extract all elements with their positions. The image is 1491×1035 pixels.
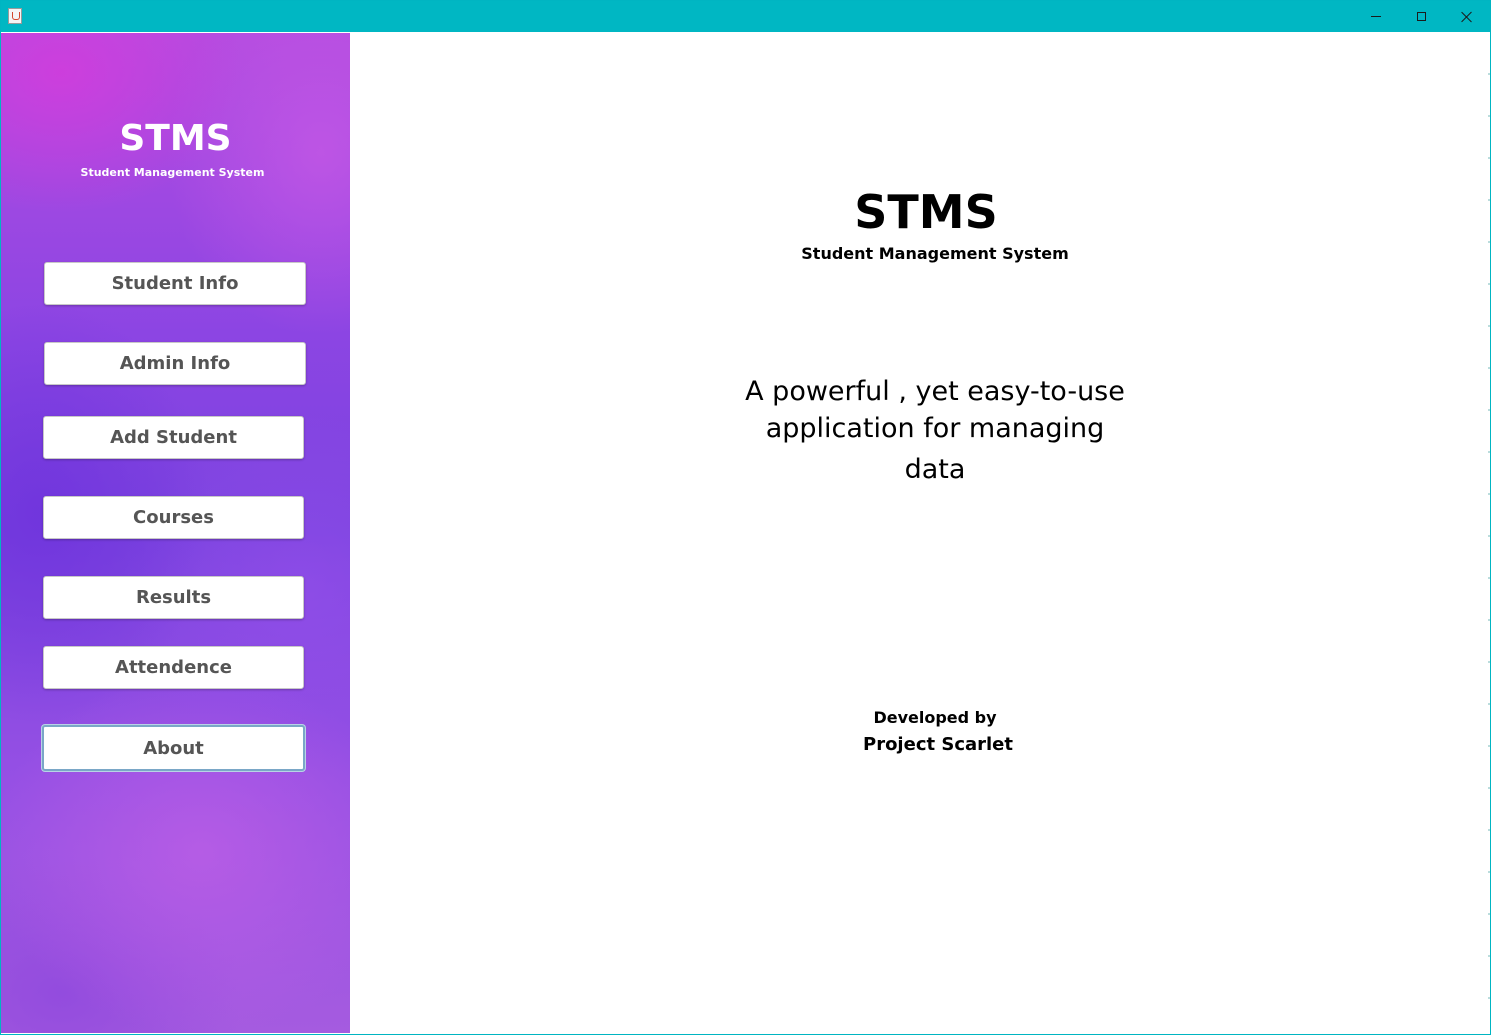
developed-by-label: Developed by	[873, 708, 997, 727]
developer-name: Project Scarlet	[863, 734, 1013, 755]
sidebar-app-title: STMS	[119, 118, 232, 159]
courses-button[interactable]: Courses	[43, 496, 304, 539]
window-right-edge	[1488, 33, 1490, 1033]
tagline-line-3: data	[904, 454, 966, 485]
admin-info-button[interactable]: Admin Info	[44, 342, 306, 385]
results-button[interactable]: Results	[43, 576, 304, 619]
title-bar[interactable]	[1, 1, 1490, 32]
maximize-icon	[1416, 12, 1426, 21]
minimize-button[interactable]	[1353, 1, 1399, 32]
sidebar-app-subtitle: Student Management System	[80, 166, 265, 179]
main-app-subtitle: Student Management System	[801, 244, 1069, 263]
tagline-line-1: A powerful , yet easy-to-use	[745, 376, 1125, 407]
tagline: A powerful , yet easy-to-use application…	[730, 373, 1140, 488]
maximize-button[interactable]	[1398, 1, 1444, 32]
main-app-title: STMS	[854, 185, 998, 239]
student-info-button[interactable]: Student Info	[44, 262, 306, 305]
attendence-button[interactable]: Attendence	[43, 646, 304, 689]
about-button[interactable]: About	[42, 725, 305, 771]
close-button[interactable]	[1444, 1, 1490, 32]
close-icon	[1461, 11, 1473, 23]
add-student-button[interactable]: Add Student	[43, 416, 304, 459]
sidebar: STMS Student Management System Student I…	[1, 33, 350, 1033]
app-window: STMS Student Management System Student I…	[0, 0, 1491, 1035]
minimize-icon	[1371, 16, 1381, 17]
tagline-line-2: application for managing	[765, 413, 1105, 444]
java-app-icon[interactable]	[8, 8, 22, 24]
main-panel: STMS Student Management System A powerfu…	[350, 33, 1490, 1033]
